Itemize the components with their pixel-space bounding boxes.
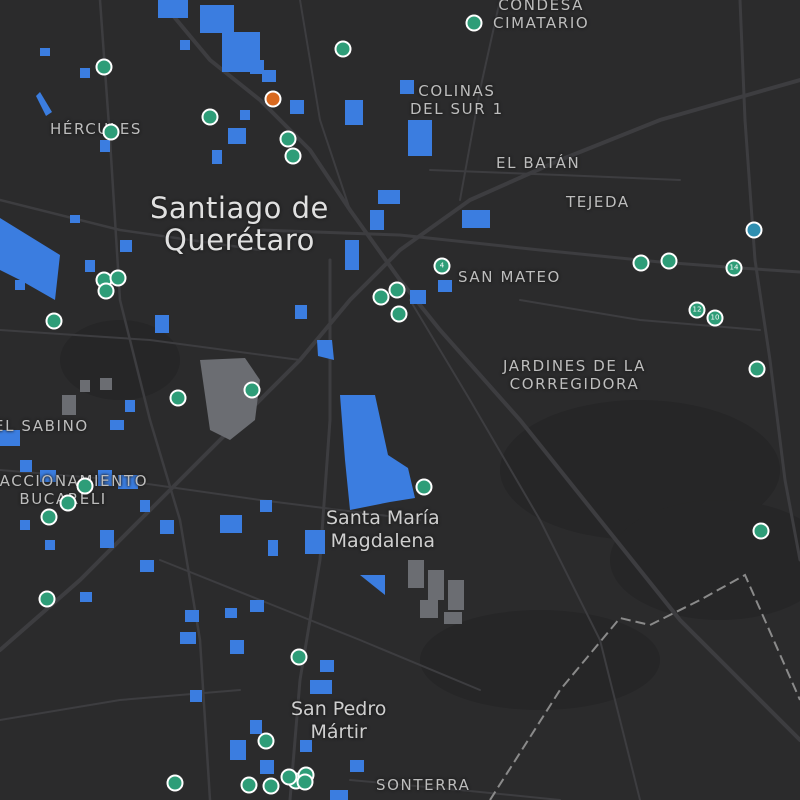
map-marker-green[interactable]	[752, 522, 770, 540]
label-san-pedro-martir: San Pedro Mártir	[291, 698, 386, 744]
label-hercules: HÉRCULES	[50, 120, 143, 138]
map-marker-green[interactable]: 14	[725, 259, 743, 277]
map-marker-green[interactable]	[372, 288, 390, 306]
map-marker-green[interactable]	[257, 732, 275, 750]
map-marker-green[interactable]	[660, 252, 678, 270]
label-santa-maria-magdalena: Santa María Magdalena	[326, 507, 440, 553]
map-marker-green[interactable]	[334, 40, 352, 58]
map-marker-green[interactable]	[280, 768, 298, 786]
marker-count: 14	[729, 263, 739, 272]
map-marker-green[interactable]	[296, 773, 314, 791]
map-marker-green[interactable]	[40, 508, 58, 526]
map-marker-green[interactable]	[415, 478, 433, 496]
label-condesa-cimatario: CONDESA CIMATARIO	[493, 0, 589, 32]
map-marker-green[interactable]	[388, 281, 406, 299]
marker-count: 4	[439, 261, 445, 270]
label-san-pedro-line2: Mártir	[310, 720, 367, 743]
label-colinas-del-sur: COLINAS DEL SUR 1	[410, 82, 504, 118]
map-marker-green[interactable]	[465, 14, 483, 32]
map-marker-green[interactable]	[748, 360, 766, 378]
label-jardines-line2: CORREGIDORA	[509, 375, 640, 393]
marker-count: 12	[692, 305, 702, 314]
map-marker-orange[interactable]	[264, 90, 282, 108]
map-marker-green[interactable]	[102, 123, 120, 141]
map-marker-green[interactable]	[59, 494, 77, 512]
label-condesa-line2: CIMATARIO	[493, 14, 590, 32]
label-san-mateo: SAN MATEO	[458, 268, 561, 286]
label-condesa-line1: CONDESA	[498, 0, 585, 14]
map-marker-green[interactable]: 12	[688, 301, 706, 319]
map-marker-green[interactable]	[45, 312, 63, 330]
label-santa-maria-line2: Magdalena	[330, 529, 436, 552]
label-santiago-line1: Santiago de	[150, 191, 329, 225]
label-tejeda: TEJEDA	[566, 193, 630, 211]
label-santiago-line2: Querétaro	[164, 222, 315, 257]
map-marker-green[interactable]	[262, 777, 280, 795]
map-marker-green[interactable]	[279, 130, 297, 148]
map-canvas[interactable]: CONDESA CIMATARIO COLINAS DEL SUR 1 HÉRC…	[0, 0, 800, 800]
map-marker-green[interactable]	[166, 774, 184, 792]
map-marker-green[interactable]	[390, 305, 408, 323]
map-marker-green[interactable]	[76, 477, 94, 495]
label-el-batan: EL BATÁN	[496, 154, 581, 172]
label-santiago-de-queretaro: Santiago de Querétaro	[150, 191, 329, 257]
label-colinas-line1: COLINAS	[418, 82, 496, 100]
map-marker-green[interactable]	[109, 269, 127, 287]
label-el-sabino: EL SABINO	[0, 417, 89, 435]
map-marker-green[interactable]	[201, 108, 219, 126]
map-marker-green[interactable]	[290, 648, 308, 666]
map-marker-green[interactable]	[38, 590, 56, 608]
map-marker-green[interactable]	[95, 58, 113, 76]
label-santa-maria-line1: Santa María	[326, 507, 440, 529]
map-marker-green[interactable]	[284, 147, 302, 165]
map-marker-green[interactable]	[240, 776, 258, 794]
label-colinas-line2: DEL SUR 1	[410, 100, 504, 118]
map-marker-green[interactable]	[169, 389, 187, 407]
label-bucareli-line1: FRACCIONAMIENTO	[0, 472, 149, 490]
map-marker-blue[interactable]	[745, 221, 763, 239]
marker-count: 10	[710, 313, 720, 322]
map-marker-green[interactable]: 4	[433, 257, 451, 275]
label-sonterra: SONTERRA	[376, 776, 471, 794]
label-jardines-de-la-corregidora: JARDINES DE LA CORREGIDORA	[503, 357, 646, 393]
map-marker-green[interactable]: 10	[706, 309, 724, 327]
label-san-pedro-line1: San Pedro	[291, 698, 387, 720]
map-marker-green[interactable]	[632, 254, 650, 272]
map-marker-green[interactable]	[97, 282, 115, 300]
label-jardines-line1: JARDINES DE LA	[503, 357, 646, 375]
map-marker-green[interactable]	[243, 381, 261, 399]
